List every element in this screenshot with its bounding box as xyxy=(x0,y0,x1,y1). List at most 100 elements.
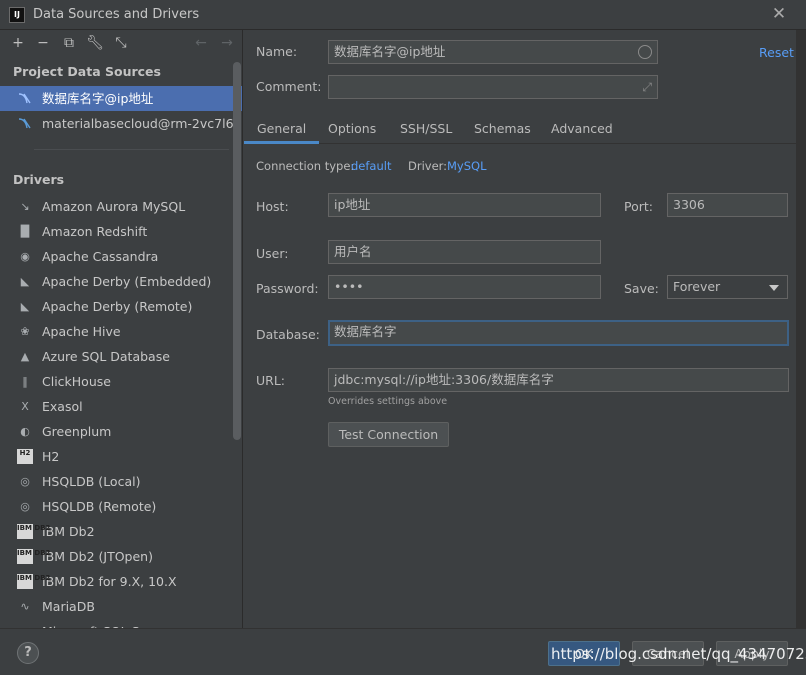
url-label: URL: xyxy=(256,373,286,388)
tab-options[interactable]: Options xyxy=(315,114,389,144)
name-label: Name: xyxy=(256,44,298,59)
intellij-app-icon: IJ xyxy=(9,7,25,23)
hsqldb-icon: ◎ xyxy=(20,475,30,488)
driver-item[interactable]: ◣ Apache Derby (Embedded) xyxy=(0,269,233,294)
driver-item[interactable]: ❀ Apache Hive xyxy=(0,319,233,344)
driver-label: HSQLDB (Remote) xyxy=(42,499,157,514)
user-field[interactable]: 用户名 xyxy=(328,240,601,264)
ibm-db2-icon: IBM DB2 xyxy=(17,549,50,564)
tab-advanced[interactable]: Advanced xyxy=(538,114,626,144)
driver-label: IBM Db2 (JTOpen) xyxy=(42,549,153,564)
mysql-icon xyxy=(18,118,31,129)
ibm-db2-icon: IBM DB2 xyxy=(17,574,50,589)
h2-icon: H2 xyxy=(17,449,33,464)
driver-label: Apache Hive xyxy=(42,324,121,339)
sidebar-scrollbar[interactable] xyxy=(233,62,241,440)
database-label: Database: xyxy=(256,327,320,342)
back-arrow-icon[interactable]: ← xyxy=(192,34,210,52)
connection-type-link[interactable]: default xyxy=(351,159,391,173)
hive-icon: ❀ xyxy=(20,325,30,338)
user-label: User: xyxy=(256,246,289,261)
driver-item[interactable]: X Exasol xyxy=(0,394,233,419)
connection-form: Name: 数据库名字@ip地址 Reset Comment: ⤢ Genera… xyxy=(244,30,806,628)
driver-label: Driver: xyxy=(408,159,448,173)
project-data-sources-header: Project Data Sources xyxy=(13,64,161,79)
driver-item[interactable]: █ Amazon Redshift xyxy=(0,219,233,244)
driver-item[interactable]: IBM DB2 IBM Db2 for 9.X, 10.X xyxy=(0,569,233,594)
exasol-icon: X xyxy=(21,400,29,413)
driver-label: Amazon Aurora MySQL xyxy=(42,199,186,214)
driver-item[interactable]: IBM DB2 IBM Db2 (JTOpen) xyxy=(0,544,233,569)
reset-link[interactable]: Reset xyxy=(759,45,794,60)
driver-label: H2 xyxy=(42,449,60,464)
password-field[interactable]: •••• xyxy=(328,275,601,299)
name-field[interactable]: 数据库名字@ip地址 xyxy=(328,40,658,64)
database-field[interactable]: 数据库名字 xyxy=(328,320,789,346)
tab-schemas[interactable]: Schemas xyxy=(461,114,544,144)
watermark-text: https://blog.csdn.net/qq_43470725 xyxy=(551,645,806,663)
host-label: Host: xyxy=(256,199,289,214)
test-connection-button[interactable]: Test Connection xyxy=(328,422,449,447)
remove-icon[interactable]: − xyxy=(34,34,52,52)
sidebar-toolbar: + − ⧉ 🔧︎ ⤡ ← → xyxy=(0,30,242,58)
save-label: Save: xyxy=(624,281,659,296)
driver-label: Greenplum xyxy=(42,424,112,439)
tab-general[interactable]: General xyxy=(244,114,320,144)
derby-icon: ◣ xyxy=(20,300,30,313)
driver-item[interactable]: ▲ Azure SQL Database xyxy=(0,344,233,369)
data-source-item[interactable]: materialbasecloud@rm-2vc7l62g4u xyxy=(0,111,243,136)
driver-label: Apache Derby (Remote) xyxy=(42,299,193,314)
forward-arrow-icon[interactable]: → xyxy=(218,34,236,52)
host-field[interactable]: ip地址 xyxy=(328,193,601,217)
driver-link[interactable]: MySQL xyxy=(447,159,487,173)
comment-field[interactable]: ⤢ xyxy=(328,75,658,99)
driver-item[interactable]: ◎ HSQLDB (Remote) xyxy=(0,494,233,519)
add-icon[interactable]: + xyxy=(9,34,27,52)
ibm-db2-icon: IBM DB2 xyxy=(17,524,50,539)
tab-ssh-ssl[interactable]: SSH/SSL xyxy=(387,114,465,144)
right-edge xyxy=(796,30,806,628)
expand-icon[interactable]: ⤢ xyxy=(642,76,652,98)
derby-icon: ◣ xyxy=(20,275,30,288)
name-value: 数据库名字@ip地址 xyxy=(334,44,446,59)
driver-item[interactable]: ◢Microsoft SQL S xyxy=(0,619,233,628)
driver-label: Exasol xyxy=(42,399,83,414)
driver-item[interactable]: ‖ ClickHouse xyxy=(0,369,233,394)
driver-item[interactable]: ◣ Apache Derby (Remote) xyxy=(0,294,233,319)
data-source-label: materialbasecloud@rm-2vc7l62g4u xyxy=(42,116,243,131)
divider xyxy=(34,149,229,150)
driver-item[interactable]: ◎ HSQLDB (Local) xyxy=(0,469,233,494)
driver-label: MariaDB xyxy=(42,599,95,614)
driver-item[interactable]: ◐ Greenplum xyxy=(0,419,233,444)
driver-label: IBM Db2 for 9.X, 10.X xyxy=(42,574,177,589)
driver-item[interactable]: H2 H2 xyxy=(0,444,233,469)
port-field[interactable]: 3306 xyxy=(667,193,788,217)
help-button[interactable]: ? xyxy=(17,642,39,664)
driver-label: Amazon Redshift xyxy=(42,224,148,239)
driver-label: Apache Derby (Embedded) xyxy=(42,274,212,289)
close-icon[interactable]: ✕ xyxy=(769,4,789,24)
data-source-label: 数据库名字@ip地址 xyxy=(42,91,154,106)
driver-label: ClickHouse xyxy=(42,374,111,389)
clickhouse-icon: ‖ xyxy=(22,375,28,388)
driver-label: Azure SQL Database xyxy=(42,349,170,364)
data-source-item[interactable]: 数据库名字@ip地址 xyxy=(0,86,242,111)
driver-item[interactable]: IBM DB2 IBM Db2 xyxy=(0,519,233,544)
hsqldb-icon: ◎ xyxy=(20,500,30,513)
mariadb-icon: ∿ xyxy=(20,600,30,613)
driver-item[interactable]: ↘ Amazon Aurora MySQL xyxy=(0,194,233,219)
driver-item[interactable]: ∿ MariaDB xyxy=(0,594,233,619)
url-field[interactable]: jdbc:mysql://ip地址:3306/数据库名字 xyxy=(328,368,789,392)
import-icon[interactable]: ⤡ xyxy=(112,34,130,52)
driver-item[interactable]: ◉ Apache Cassandra xyxy=(0,244,233,269)
color-circle-icon[interactable] xyxy=(638,45,652,59)
wrench-icon[interactable]: 🔧︎ xyxy=(86,34,104,52)
save-dropdown[interactable]: Forever xyxy=(667,275,788,299)
tab-bar: General Options SSH/SSL Schemas Advanced xyxy=(244,114,806,144)
save-value: Forever xyxy=(673,279,721,294)
azure-icon: ▲ xyxy=(20,350,30,363)
duplicate-icon[interactable]: ⧉ xyxy=(60,34,78,52)
comment-label: Comment: xyxy=(256,79,322,94)
sidebar: + − ⧉ 🔧︎ ⤡ ← → Project Data Sources 数据库名… xyxy=(0,30,243,628)
title-bar: IJ Data Sources and Drivers ✕ xyxy=(0,0,806,30)
